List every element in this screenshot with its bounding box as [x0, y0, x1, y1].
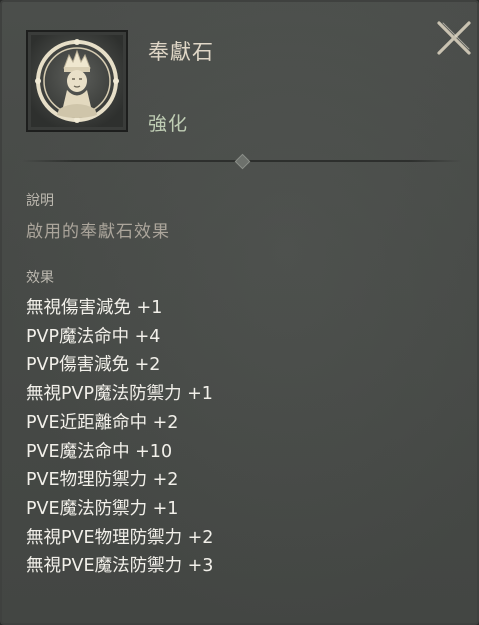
effect-item: 無視PVP魔法防禦力 +1 — [26, 384, 213, 405]
effects-list: 無視傷害減免 +1 PVP魔法命中 +4 PVP傷害減免 +2 無視PVP魔法防… — [26, 294, 213, 581]
effects-label: 效果 — [26, 270, 54, 286]
effect-item: PVE魔法命中 +10 — [26, 441, 173, 462]
close-button[interactable] — [434, 18, 474, 58]
divider-ornament — [234, 153, 251, 170]
effect-item: 無視傷害減免 +1 — [26, 298, 163, 318]
effect-item: 無視PVE魔法防禦力 +3 — [26, 556, 214, 577]
description-text: 啟用的奉獻石效果 — [26, 222, 170, 242]
effect-item: PVP魔法命中 +4 — [26, 326, 161, 347]
item-icon-frame — [26, 30, 128, 132]
item-type: 強化 — [148, 113, 189, 135]
effect-item: PVP傷害減免 +2 — [26, 355, 161, 376]
effect-item: PVE近距離命中 +2 — [26, 412, 179, 433]
description-label: 說明 — [26, 193, 54, 209]
close-icon — [437, 21, 471, 55]
effect-item: PVE魔法防禦力 +1 — [26, 498, 179, 519]
item-name: 奉獻石 — [148, 40, 214, 64]
effect-item: 無視PVE物理防禦力 +2 — [26, 527, 214, 548]
effect-item: PVE物理防禦力 +2 — [26, 470, 179, 491]
item-tooltip-panel: 奉獻石 強化 說明 啟用的奉獻石效果 效果 無視傷害減免 +1 PVP魔法命中 … — [0, 0, 479, 625]
priest-portrait-icon — [31, 35, 123, 127]
